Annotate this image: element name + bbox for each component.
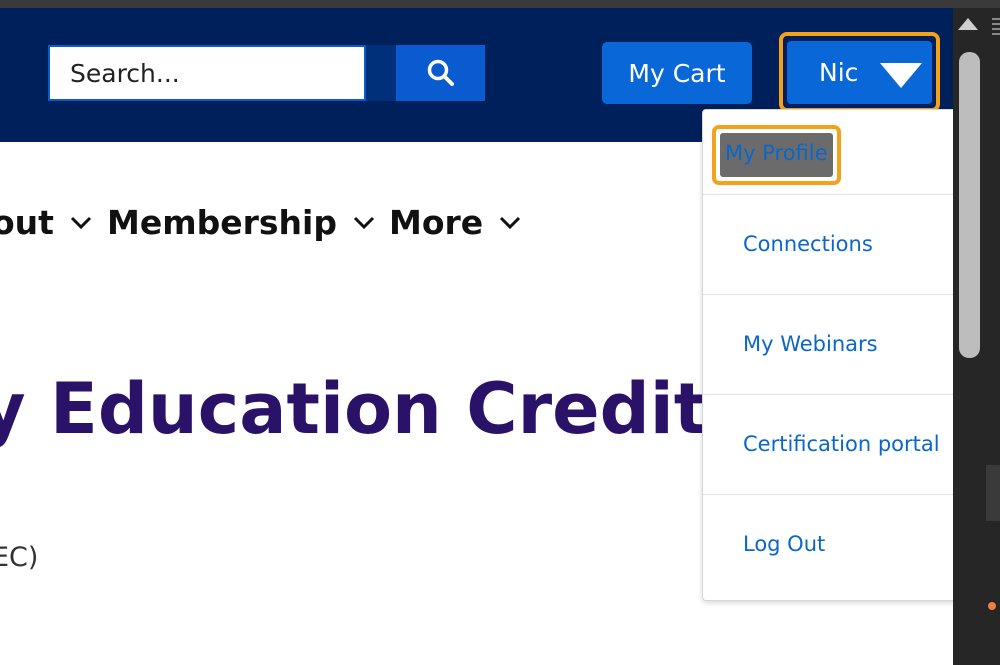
search-input[interactable] bbox=[50, 47, 364, 99]
menu-item-connections[interactable]: Connections bbox=[703, 195, 961, 295]
browser-top-strip bbox=[0, 0, 1000, 8]
search-divider bbox=[366, 45, 396, 101]
menu-item-label: Log Out bbox=[743, 532, 826, 556]
scroll-up-arrow-icon[interactable] bbox=[958, 18, 978, 30]
side-panel-marker bbox=[986, 465, 1000, 521]
menu-item-log-out[interactable]: Log Out bbox=[703, 495, 961, 601]
search-button[interactable] bbox=[396, 45, 485, 101]
search-icon bbox=[427, 59, 454, 86]
menu-item-label: My Profile bbox=[725, 141, 828, 165]
menu-item-label: Connections bbox=[743, 232, 873, 256]
my-cart-button[interactable]: My Cart bbox=[602, 42, 752, 104]
user-dropdown-menu: My Profile Connections My Webinars Certi… bbox=[702, 109, 962, 601]
my-cart-label: My Cart bbox=[628, 58, 726, 88]
menu-item-my-webinars[interactable]: My Webinars bbox=[703, 295, 961, 395]
page-subtext: EC) bbox=[0, 542, 39, 573]
page-title: y Education Credits I bbox=[0, 368, 800, 450]
chevron-down-icon bbox=[70, 216, 92, 230]
search-box[interactable] bbox=[48, 45, 366, 101]
chevron-down-icon bbox=[353, 216, 375, 230]
nav-item-about[interactable]: out bbox=[0, 200, 94, 244]
notification-dot-icon bbox=[988, 602, 996, 610]
scrollbar-thumb[interactable] bbox=[959, 52, 980, 358]
nav-item-label: Membership bbox=[107, 202, 337, 242]
chevron-down-icon bbox=[500, 216, 521, 230]
menu-item-my-profile[interactable]: My Profile bbox=[703, 110, 961, 195]
nav-item-label: More bbox=[389, 202, 484, 242]
user-menu-button[interactable]: Nic bbox=[787, 41, 932, 104]
caret-down-icon bbox=[880, 63, 922, 88]
nav-item-membership[interactable]: Membership bbox=[107, 200, 377, 244]
user-name: Nic bbox=[819, 58, 859, 87]
nav-item-label: out bbox=[0, 202, 54, 242]
nav-item-more[interactable]: More bbox=[389, 200, 523, 244]
menu-item-certification-portal[interactable]: Certification portal bbox=[703, 395, 961, 495]
menu-item-label: Certification portal bbox=[743, 432, 940, 456]
menu-item-label: My Webinars bbox=[743, 332, 878, 356]
panel-grip-icon bbox=[992, 18, 1000, 36]
